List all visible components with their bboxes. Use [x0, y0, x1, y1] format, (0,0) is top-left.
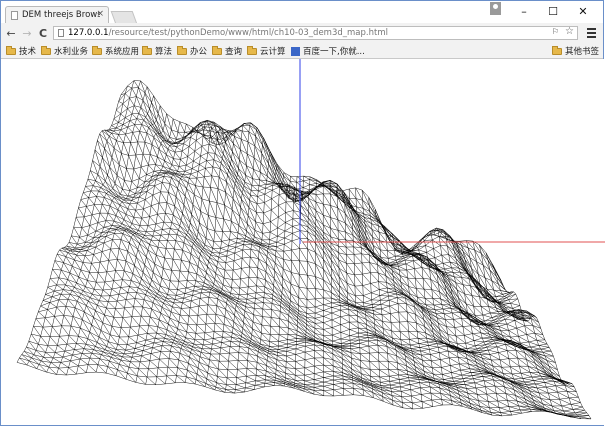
bookmark-folder-office[interactable]: 办公	[177, 45, 207, 57]
bookmark-folder-query[interactable]: 查询	[212, 45, 242, 57]
reload-button[interactable]: C	[35, 25, 51, 41]
page-icon	[11, 10, 18, 20]
bookmark-folder-water[interactable]: 水利业务	[41, 45, 88, 57]
forward-button[interactable]: →	[19, 25, 35, 41]
folder-icon	[92, 45, 102, 55]
bookmark-label: 技术	[19, 47, 37, 57]
bookmark-star-icon[interactable]: ☆	[565, 26, 574, 37]
minimize-button[interactable]: –	[510, 1, 538, 21]
folder-icon	[177, 45, 187, 55]
terrain-wireframe	[16, 80, 592, 420]
tab-close-icon[interactable]: ×	[96, 9, 104, 19]
bookmark-label: 百度一下,你就...	[303, 47, 365, 57]
bookmark-label: 系统应用	[105, 47, 140, 57]
folder-icon	[41, 45, 51, 55]
bookmark-label: 水利业务	[54, 47, 89, 57]
bookmark-folder-algorithm[interactable]: 算法	[142, 45, 172, 57]
folder-icon	[552, 45, 562, 55]
translate-icon[interactable]: ⚐	[552, 27, 559, 36]
bookmark-folder-system[interactable]: 系统应用	[92, 45, 139, 57]
url-host: 127.0.0.1	[68, 28, 109, 38]
address-bar[interactable]: 127.0.0.1/resource/test/pythonDemo/www/h…	[53, 26, 578, 40]
bookmark-label: 云计算	[260, 47, 286, 57]
page-info-icon[interactable]	[58, 29, 64, 37]
folder-icon	[212, 45, 222, 55]
bookmark-folder-cloud[interactable]: 云计算	[247, 45, 286, 57]
dem-wireframe-svg	[16, 59, 605, 420]
bookmark-label: 办公	[190, 47, 208, 57]
bookmark-label: 查询	[225, 47, 243, 57]
bookmark-label: 其他书签	[565, 47, 600, 57]
maximize-button[interactable]: ☐	[539, 1, 567, 21]
menu-icon[interactable]	[587, 26, 599, 40]
folder-icon	[142, 45, 152, 55]
browser-window: DEM threejs Browser × – ☐ ✕ ← → C 127.0.…	[0, 0, 605, 426]
bookmark-folder-tech[interactable]: 技术	[6, 45, 36, 57]
threejs-canvas[interactable]	[1, 59, 605, 425]
close-window-button[interactable]: ✕	[569, 1, 597, 21]
url-text: 127.0.0.1/resource/test/pythonDemo/www/h…	[68, 28, 388, 38]
back-button[interactable]: ←	[3, 25, 19, 41]
baidu-icon	[291, 46, 300, 56]
bookmark-folder-other[interactable]: 其他书签	[552, 45, 599, 57]
tab-title: DEM threejs Browser	[22, 10, 100, 20]
title-bar: DEM threejs Browser × – ☐ ✕	[1, 1, 603, 24]
navigation-toolbar: ← → C 127.0.0.1/resource/test/pythonDemo…	[1, 23, 603, 43]
bookmark-baidu[interactable]: 百度一下,你就...	[291, 45, 365, 57]
url-path: /resource/test/pythonDemo/www/html/ch10-…	[108, 28, 388, 38]
terrain-mesh	[16, 80, 592, 420]
folder-icon	[247, 45, 257, 55]
folder-icon	[6, 45, 16, 55]
tab-dem-threejs[interactable]: DEM threejs Browser ×	[5, 6, 109, 23]
bookmark-label: 算法	[155, 47, 173, 57]
user-profile-icon[interactable]	[490, 2, 501, 15]
bookmarks-bar: 技术 水利业务 系统应用 算法 办公 查询 云计算 百度一下,你就... 其他书…	[1, 43, 603, 59]
